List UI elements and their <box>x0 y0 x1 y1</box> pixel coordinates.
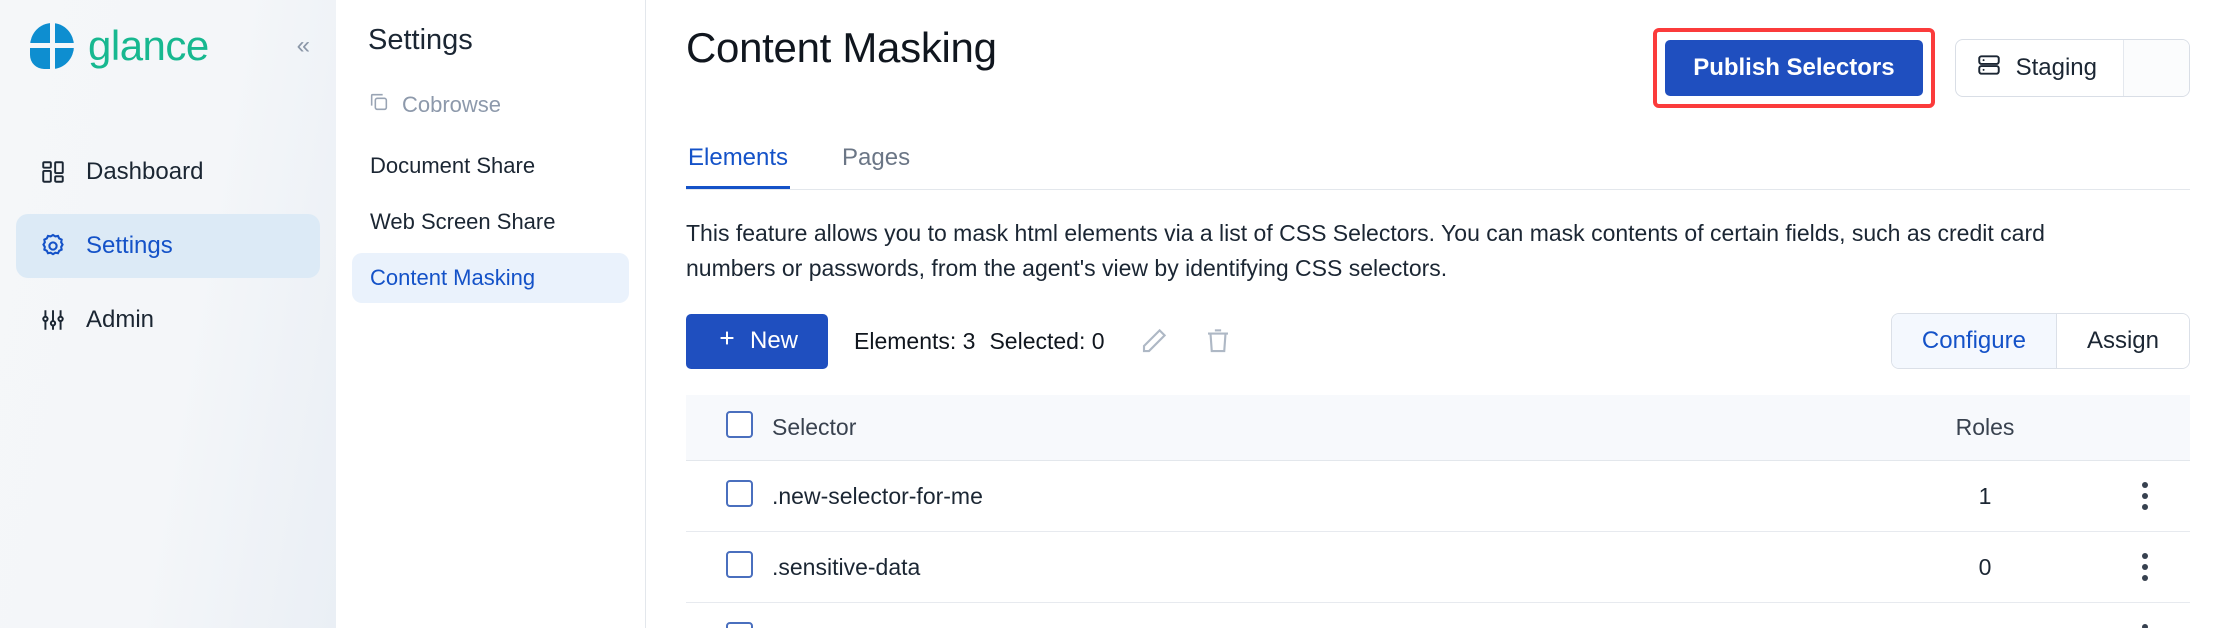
cell-selector: #confidential <box>772 602 1870 628</box>
cell-roles: 1 <box>1870 460 2100 532</box>
plus-icon <box>716 327 738 356</box>
main-content: Content Masking Publish Selectors Stagin… <box>646 0 2230 628</box>
app-root: glance « Dashboard Settings Admin Settin… <box>0 0 2230 628</box>
row-actions-cell <box>2100 602 2190 628</box>
kebab-menu-icon[interactable] <box>2100 482 2190 510</box>
sidebar-item-admin[interactable]: Admin <box>16 288 320 352</box>
view-mode-segmented-control: Configure Assign <box>1890 313 2190 369</box>
primary-sidebar: glance « Dashboard Settings Admin <box>0 0 336 628</box>
table-header-row: Selector Roles <box>686 395 2190 461</box>
column-header-actions <box>2100 395 2190 461</box>
row-actions-cell <box>2100 460 2190 532</box>
publish-selectors-highlight: Publish Selectors <box>1653 28 1935 108</box>
pencil-icon[interactable] <box>1139 326 1169 356</box>
column-header-roles[interactable]: Roles <box>1870 395 2100 461</box>
copy-icon <box>368 91 390 119</box>
subpanel-item-label: Web Screen Share <box>370 209 556 234</box>
configure-button[interactable]: Configure <box>1891 314 2057 368</box>
feature-description: This feature allows you to mask html ele… <box>686 220 2045 281</box>
row-select-cell <box>686 602 772 628</box>
subpanel-item-content-masking[interactable]: Content Masking <box>352 253 629 303</box>
new-button[interactable]: New <box>686 313 829 369</box>
publish-selectors-button[interactable]: Publish Selectors <box>1665 40 1923 96</box>
glance-circle-logo <box>30 23 74 69</box>
selected-count: Selected: 0 <box>989 327 1105 354</box>
sidebar-item-dashboard[interactable]: Dashboard <box>16 140 320 204</box>
subpanel-item-document-share[interactable]: Document Share <box>352 141 629 191</box>
subpanel-group-label: Cobrowse <box>402 92 502 117</box>
subpanel-item-label: Document Share <box>370 153 536 178</box>
kebab-menu-icon[interactable] <box>2100 624 2190 628</box>
table-row[interactable]: #confidential 0 <box>686 602 2190 628</box>
new-button-label: New <box>750 327 799 354</box>
settings-subpanel: Settings Cobrowse Document Share Web Scr… <box>336 0 646 628</box>
elements-count: Elements: 3 <box>854 327 976 354</box>
assign-button[interactable]: Assign <box>2056 314 2189 368</box>
environment-current[interactable]: Staging <box>1956 40 2123 96</box>
sliders-icon <box>38 305 68 335</box>
row-select-cell <box>686 531 772 603</box>
page-title: Content Masking <box>686 24 997 71</box>
select-all-checkbox[interactable] <box>726 411 753 438</box>
select-all-cell <box>686 395 772 461</box>
chevron-double-left-icon[interactable]: « <box>297 34 310 58</box>
subpanel-title: Settings <box>368 24 473 56</box>
cell-roles: 0 <box>1870 602 2100 628</box>
table-body: .new-selector-for-me 1 .sensitive-data 0 <box>686 460 2190 628</box>
row-checkbox[interactable] <box>726 479 753 507</box>
selection-counts: Elements: 3 Selected: 0 <box>854 328 1105 355</box>
sidebar-item-settings[interactable]: Settings <box>16 214 320 278</box>
environment-label: Staging <box>2015 54 2097 81</box>
sidebar-item-label: Admin <box>86 306 155 333</box>
subpanel-item-web-screen-share[interactable]: Web Screen Share <box>352 197 629 247</box>
tab-pages[interactable]: Pages <box>840 144 912 189</box>
chevron-down-icon[interactable] <box>2123 40 2189 96</box>
sidebar-nav-list: Dashboard Settings Admin <box>0 140 336 352</box>
content-tabs: Elements Pages <box>686 144 2190 190</box>
gear-icon <box>38 231 68 261</box>
subpanel-group-cobrowse[interactable]: Cobrowse <box>352 91 629 119</box>
row-select-cell <box>686 460 772 532</box>
table-toolbar: New Elements: 3 Selected: 0 Configure As… <box>686 313 2190 369</box>
row-actions-cell <box>2100 531 2190 603</box>
content-header: Content Masking Publish Selectors Stagin… <box>686 0 2190 108</box>
brand-name: glance <box>88 22 209 69</box>
subpanel-item-label: Content Masking <box>370 265 536 290</box>
dashboard-grid-icon <box>38 157 68 187</box>
cell-roles: 0 <box>1870 531 2100 603</box>
row-checkbox[interactable] <box>726 550 753 578</box>
environment-selector[interactable]: Staging <box>1954 39 2190 97</box>
row-checkbox[interactable] <box>726 621 753 628</box>
selectors-table: Selector Roles .new-selector-for-me 1 .s… <box>686 395 2190 628</box>
server-icon <box>1976 52 2002 85</box>
kebab-menu-icon[interactable] <box>2100 553 2190 581</box>
table-row[interactable]: .new-selector-for-me 1 <box>686 460 2190 532</box>
cell-selector: .sensitive-data <box>772 531 1870 603</box>
column-header-selector[interactable]: Selector <box>772 395 1870 461</box>
sidebar-item-label: Dashboard <box>86 158 204 185</box>
tab-elements[interactable]: Elements <box>686 144 791 189</box>
table-row[interactable]: .sensitive-data 0 <box>686 531 2190 603</box>
trash-icon[interactable] <box>1203 326 1233 356</box>
header-actions: Publish Selectors Staging <box>1653 24 2190 108</box>
cell-selector: .new-selector-for-me <box>772 460 1870 532</box>
table-header: Selector Roles <box>686 395 2190 461</box>
sidebar-item-label: Settings <box>86 232 173 259</box>
brand-header: glance <box>0 0 336 92</box>
